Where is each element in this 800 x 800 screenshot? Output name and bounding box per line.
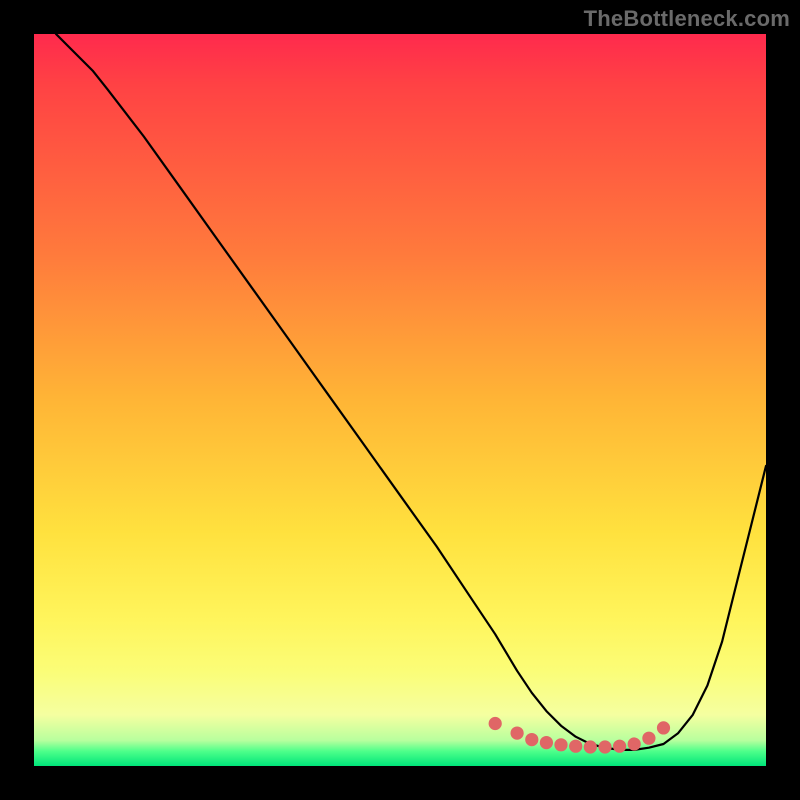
trough-marker xyxy=(613,740,626,753)
trough-marker xyxy=(642,732,655,745)
trough-marker xyxy=(511,727,524,740)
plot-area xyxy=(34,34,766,766)
trough-marker xyxy=(525,733,538,746)
trough-marker xyxy=(569,740,582,753)
trough-marker xyxy=(628,737,641,750)
chart-frame: TheBottleneck.com xyxy=(0,0,800,800)
trough-marker xyxy=(598,740,611,753)
trough-marker xyxy=(584,740,597,753)
trough-marker xyxy=(489,717,502,730)
main-curve xyxy=(56,34,766,750)
trough-marker xyxy=(657,721,670,734)
chart-svg xyxy=(34,34,766,766)
trough-markers xyxy=(489,717,671,754)
watermark-text: TheBottleneck.com xyxy=(584,6,790,32)
trough-marker xyxy=(554,738,567,751)
trough-marker xyxy=(540,736,553,749)
